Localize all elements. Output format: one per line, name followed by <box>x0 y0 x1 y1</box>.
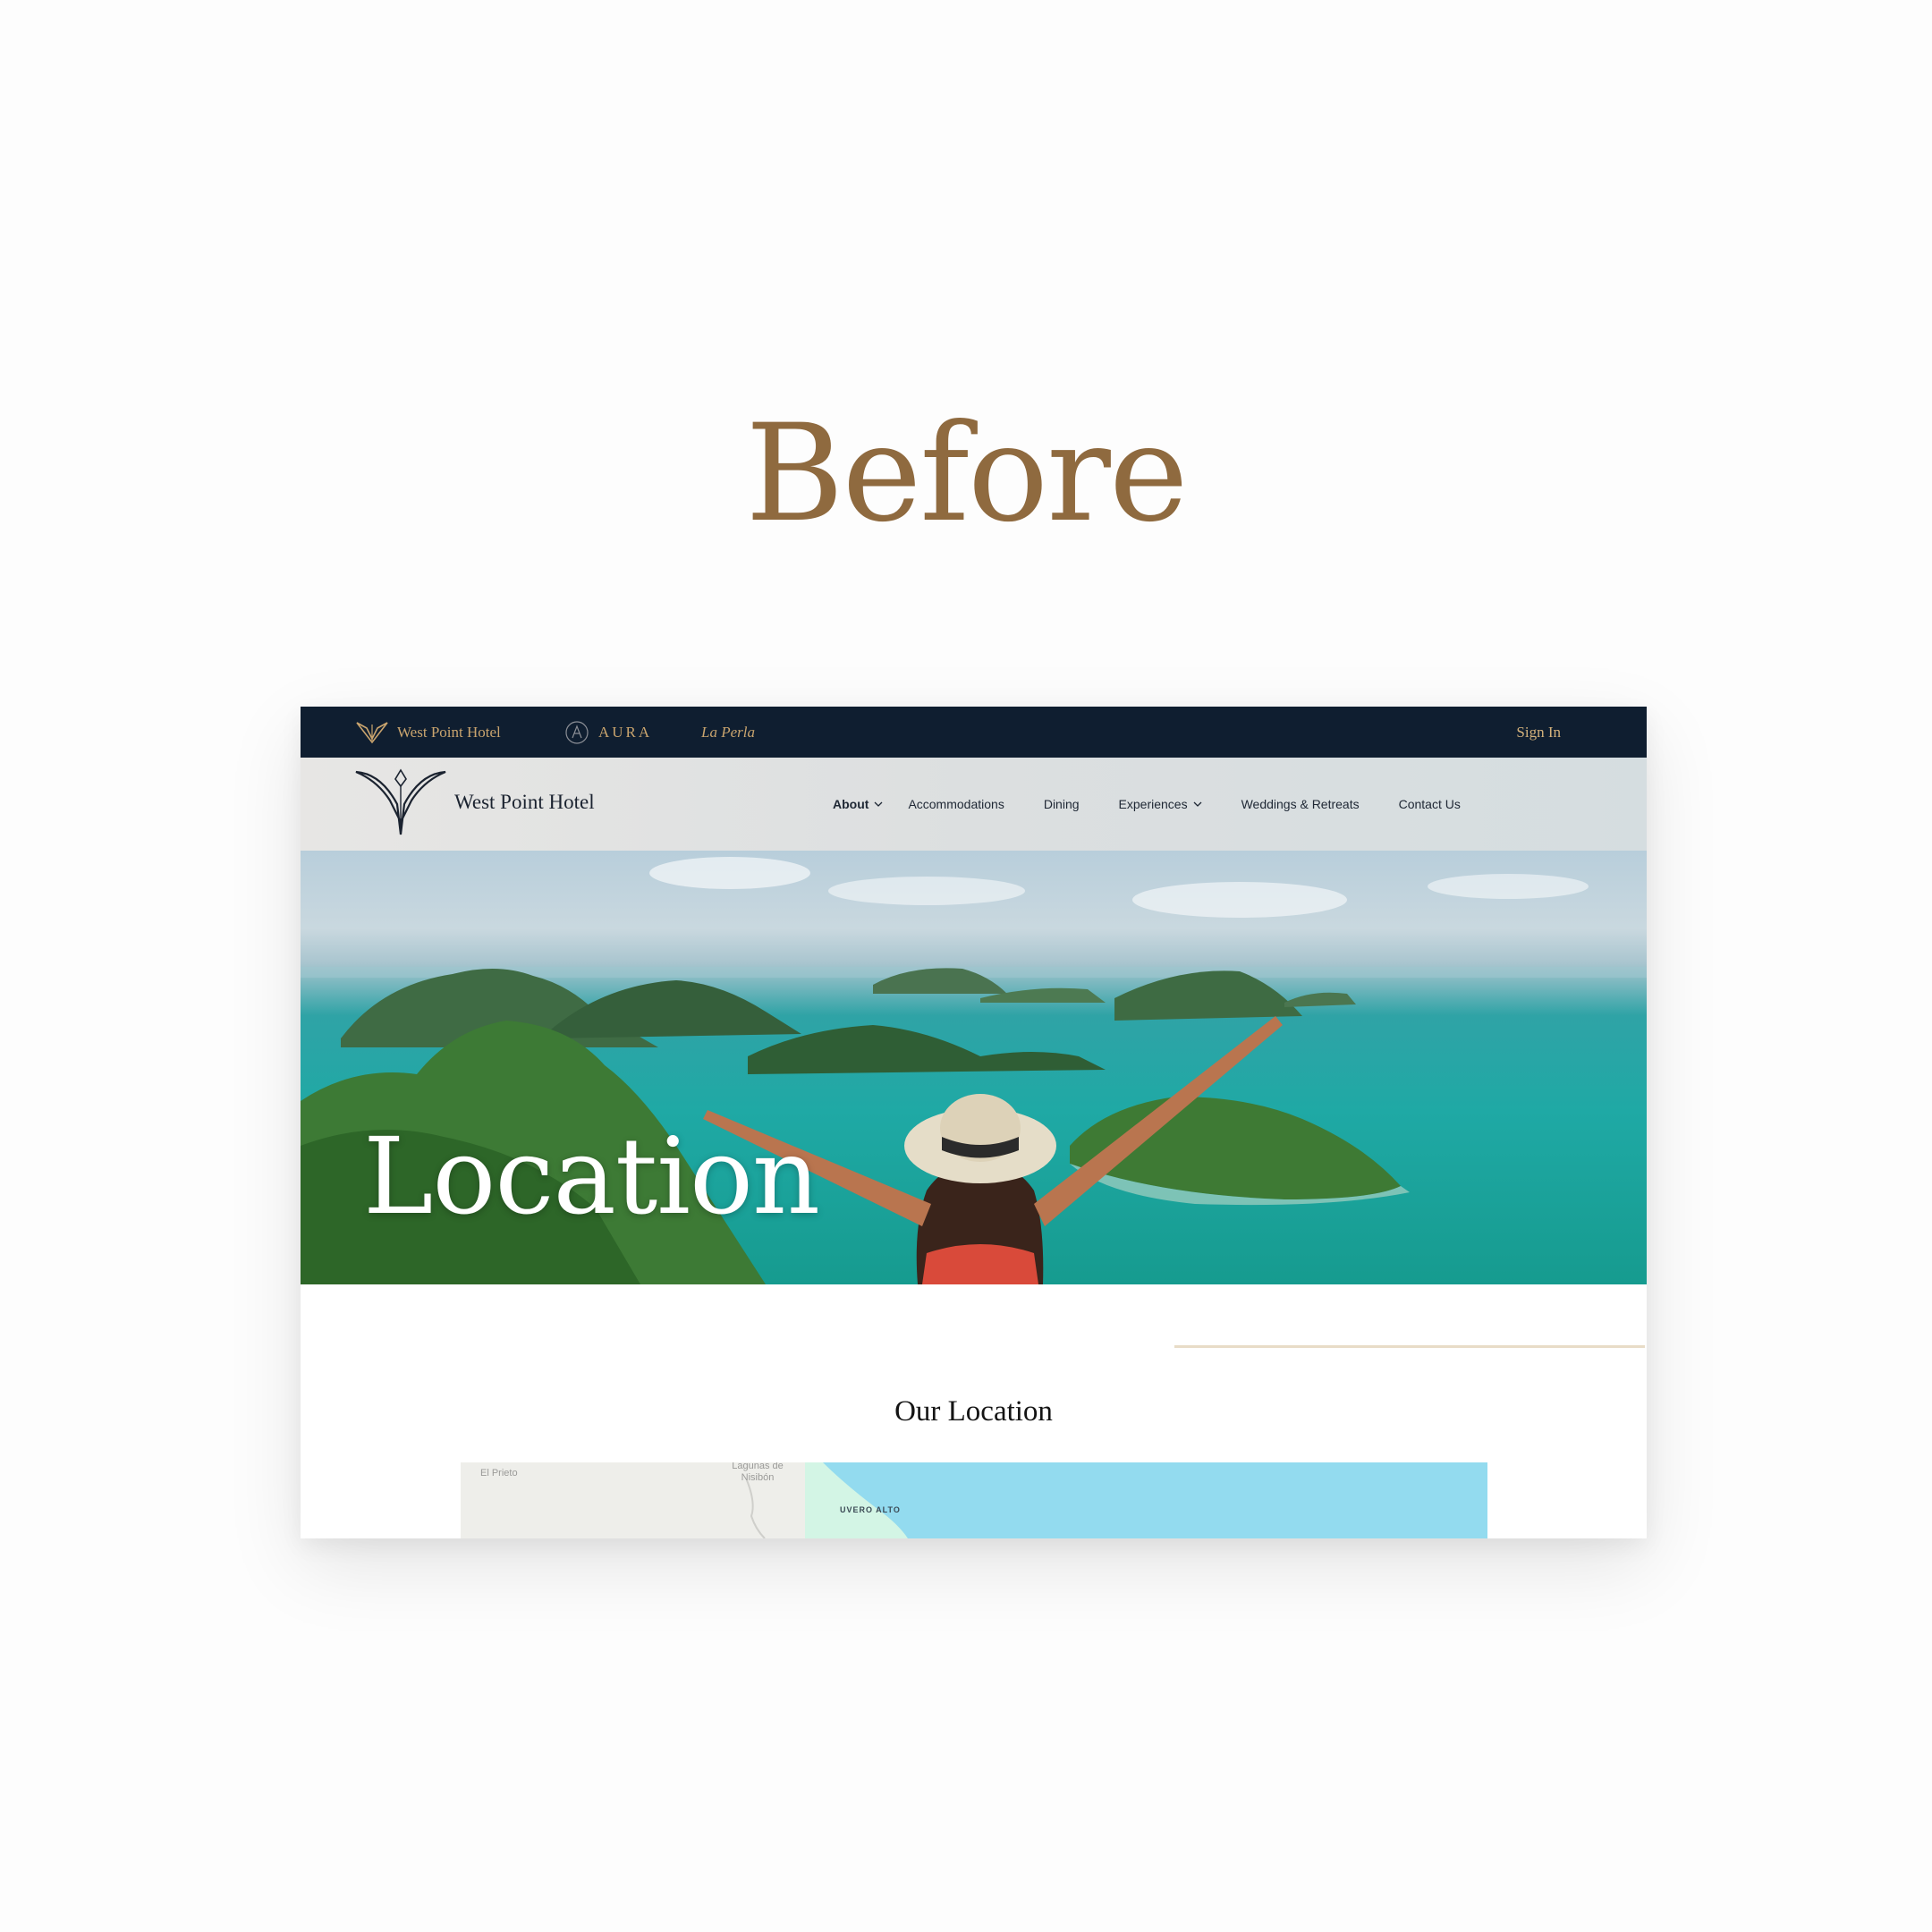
nav-label: Experiences <box>1118 797 1188 811</box>
website-screenshot: West Point Hotel AURA La Perla Sign In W… <box>301 707 1647 1538</box>
nav-label: Contact Us <box>1398 797 1461 811</box>
brand-label: West Point Hotel <box>397 723 501 741</box>
site-logo[interactable]: West Point Hotel <box>354 767 595 838</box>
before-heading: Before <box>745 396 1188 552</box>
west-point-logo-icon <box>355 768 446 835</box>
sign-in-link[interactable]: Sign In <box>1516 707 1561 758</box>
map-label: UVERO ALTO <box>840 1505 901 1514</box>
nav-item-accommodations[interactable]: Accommodations <box>908 797 1004 811</box>
location-map[interactable]: El Prieto Lagunas de Nisibón UVERO ALTO <box>461 1462 1487 1538</box>
brand-label: La Perla <box>701 723 755 741</box>
aura-monogram-icon <box>565 720 589 744</box>
map-label: Lagunas de Nisibón <box>732 1462 784 1483</box>
nav-item-dining[interactable]: Dining <box>1044 797 1080 811</box>
nav-item-experiences[interactable]: Experiences <box>1119 797 1202 811</box>
nav-item-about[interactable]: About <box>833 797 883 811</box>
chevron-down-icon <box>874 801 883 807</box>
hero-title: Location <box>363 1114 820 1238</box>
gold-divider <box>1174 1345 1645 1348</box>
nav-label: Accommodations <box>908 797 1004 811</box>
brand-la-perla[interactable]: La Perla <box>701 707 755 758</box>
nav-menu: About Accommodations Dining Experiences … <box>833 758 1500 851</box>
brand-west-point-hotel[interactable]: West Point Hotel <box>356 707 501 758</box>
nav-label: Weddings & Retreats <box>1241 797 1360 811</box>
nav-item-weddings-retreats[interactable]: Weddings & Retreats <box>1241 797 1360 811</box>
main-navigation: West Point Hotel About Accommodations Di… <box>301 758 1647 851</box>
nav-label: Dining <box>1043 797 1080 811</box>
logo-text: West Point Hotel <box>454 791 595 813</box>
brand-aura[interactable]: AURA <box>564 707 652 758</box>
nav-label: About <box>833 797 869 811</box>
brand-label: AURA <box>598 723 653 741</box>
hero-banner: Location <box>301 851 1647 1284</box>
map-label: El Prieto <box>480 1468 518 1479</box>
nav-item-contact[interactable]: Contact Us <box>1399 797 1461 811</box>
brand-bar: West Point Hotel AURA La Perla Sign In <box>301 707 1647 758</box>
chevron-down-icon <box>1193 801 1202 807</box>
map-coastline <box>746 1462 908 1538</box>
section-title: Our Location <box>894 1395 1053 1428</box>
wing-logo-icon <box>356 721 388 743</box>
